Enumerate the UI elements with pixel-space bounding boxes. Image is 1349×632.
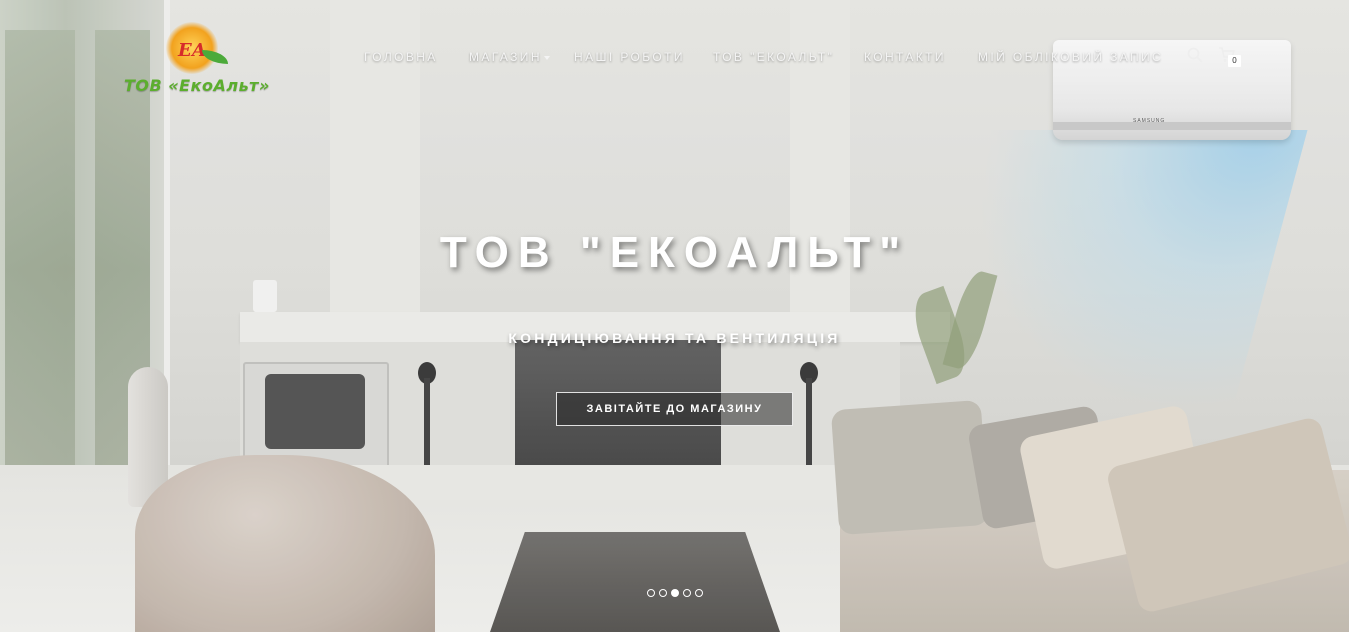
nav-item-label: МІЙ ОБЛІКОВИЙ ЗАПИС bbox=[978, 50, 1164, 64]
nav-item-our-works[interactable]: НАШІ РОБОТИ bbox=[574, 50, 685, 64]
hero-slider: SAMSUNG ЕА ТОВ «ЕкоАльт» ГОЛОВНА МАГАЗИН… bbox=[0, 0, 1349, 632]
nav-item-label: НАШІ РОБОТИ bbox=[574, 50, 685, 64]
logo-text: ТОВ «ЕкоАльт» bbox=[124, 76, 270, 95]
slider-dot[interactable] bbox=[659, 589, 667, 597]
hero-title: ТОВ "ЕКОАЛЬТ" bbox=[439, 228, 910, 277]
main-nav: ГОЛОВНА МАГАЗИН НАШІ РОБОТИ ТОВ "ЕКОАЛЬТ… bbox=[0, 50, 1349, 66]
slider-dot[interactable] bbox=[671, 589, 679, 597]
nav-item-label: МАГАЗИН bbox=[469, 50, 542, 64]
chevron-down-icon bbox=[543, 55, 550, 60]
slider-dot[interactable] bbox=[647, 589, 655, 597]
slider-pagination bbox=[647, 589, 703, 597]
hero-subtitle: КОНДИЦІЮВАННЯ ТА ВЕНТИЛЯЦІЯ bbox=[508, 330, 841, 346]
nav-item-shop[interactable]: МАГАЗИН bbox=[469, 50, 550, 64]
slider-dot[interactable] bbox=[683, 589, 691, 597]
nav-item-home[interactable]: ГОЛОВНА bbox=[364, 50, 438, 64]
visit-shop-button[interactable]: ЗАВІТАЙТЕ ДО МАГАЗИНУ bbox=[556, 392, 793, 426]
nav-item-label: ТОВ "ЕКОАЛЬТ" bbox=[713, 50, 835, 64]
search-icon[interactable] bbox=[1187, 47, 1203, 63]
nav-item-account[interactable]: МІЙ ОБЛІКОВИЙ ЗАПИС bbox=[978, 50, 1163, 64]
slider-dot[interactable] bbox=[695, 589, 703, 597]
cart-count-badge: 0 bbox=[1228, 55, 1241, 67]
nav-item-label: ГОЛОВНА bbox=[364, 50, 438, 64]
nav-item-label: КОНТАКТИ bbox=[864, 50, 946, 64]
nav-item-contacts[interactable]: КОНТАКТИ bbox=[864, 50, 946, 64]
nav-item-about[interactable]: ТОВ "ЕКОАЛЬТ" bbox=[713, 50, 834, 64]
